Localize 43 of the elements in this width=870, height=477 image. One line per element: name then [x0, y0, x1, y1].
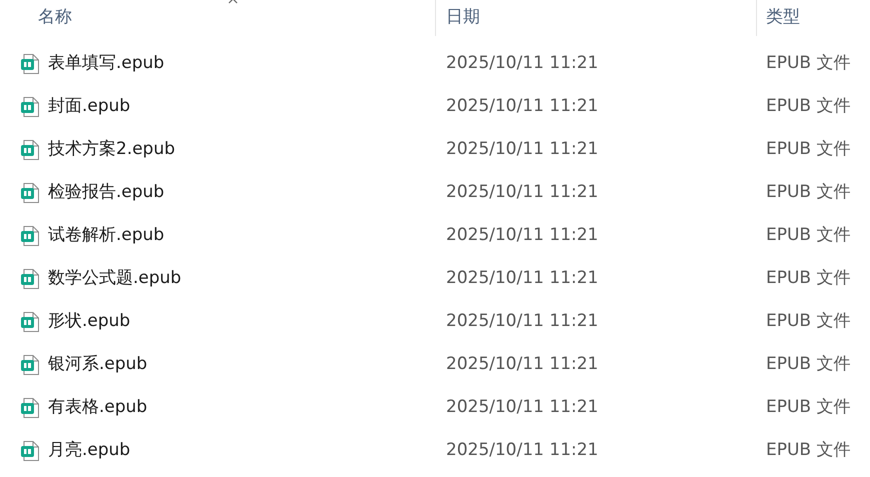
file-name[interactable]: 有表格.epub — [48, 394, 148, 420]
epub-file-icon — [20, 396, 40, 418]
file-name[interactable]: 试卷解析.epub — [48, 222, 164, 248]
epub-file-icon — [20, 440, 40, 462]
file-date: 2025/10/11 11:21 — [446, 354, 598, 374]
epub-file-icon — [20, 96, 40, 118]
file-type: EPUB 文件 — [766, 52, 851, 73]
epub-file-icon — [20, 138, 40, 160]
file-date: 2025/10/11 11:21 — [446, 396, 598, 417]
file-date: 2025/10/11 11:21 — [446, 96, 598, 116]
file-name[interactable]: 表单填写.epub — [48, 50, 164, 76]
epub-file-icon — [20, 354, 40, 376]
file-name[interactable]: 银河系.epub — [48, 352, 148, 378]
file-name[interactable]: 技术方案2.epub — [48, 136, 176, 162]
file-date: 2025/10/11 11:21 — [446, 138, 598, 159]
file-name[interactable]: 封面.epub — [48, 94, 130, 120]
file-type: EPUB 文件 — [766, 310, 851, 331]
file-date: 2025/10/11 11:21 — [446, 224, 598, 245]
column-header[interactable]: 名称 — [0, 0, 436, 36]
file-type: EPUB 文件 — [766, 440, 851, 460]
file-name[interactable]: 月亮.epub — [48, 438, 130, 464]
epub-file-icon — [20, 268, 40, 290]
file-name[interactable]: 形状.epub — [48, 308, 130, 334]
file-type: EPUB 文件 — [766, 138, 851, 159]
file-name[interactable]: 检验报告.epub — [48, 180, 164, 206]
epub-file-icon — [20, 182, 40, 204]
column-header[interactable]: 类型 — [757, 0, 870, 36]
epub-file-icon — [20, 224, 40, 246]
file-date: 2025/10/11 11:21 — [446, 268, 598, 288]
file-type: EPUB 文件 — [766, 268, 851, 288]
file-date: 2025/10/11 11:21 — [446, 52, 598, 73]
file-name[interactable]: 数学公式题.epub — [48, 266, 182, 292]
file-type: EPUB 文件 — [766, 354, 851, 374]
file-date: 2025/10/11 11:21 — [446, 182, 598, 202]
file-type: EPUB 文件 — [766, 182, 851, 202]
file-type: EPUB 文件 — [766, 396, 851, 417]
epub-file-icon — [20, 310, 40, 332]
column-header[interactable]: 日期 — [436, 0, 757, 36]
file-date: 2025/10/11 11:21 — [446, 310, 598, 331]
file-date: 2025/10/11 11:21 — [446, 440, 598, 460]
file-type: EPUB 文件 — [766, 96, 851, 116]
epub-file-icon — [20, 52, 40, 74]
file-type: EPUB 文件 — [766, 224, 851, 245]
